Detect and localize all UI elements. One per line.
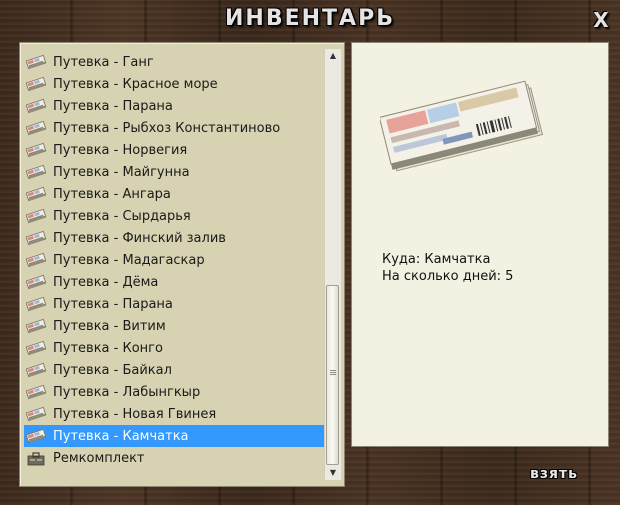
inventory-list: Путевка - Ганг Путевка - Красное море Путе… xyxy=(24,51,326,469)
list-item-label: Путевка - Сырдарья xyxy=(53,208,191,224)
ticket-icon xyxy=(25,428,47,444)
scroll-up-arrow-icon[interactable]: ▲ xyxy=(325,49,341,63)
destination-text: Куда: Камчатка xyxy=(382,252,491,267)
list-item[interactable]: Путевка - Мадагаскар xyxy=(24,249,326,271)
ticket-icon xyxy=(25,186,47,202)
ticket-icon xyxy=(25,340,47,356)
list-item[interactable]: Путевка - Камчатка xyxy=(24,425,326,447)
item-detail-panel: Куда: Камчатка На сколько дней: 5 xyxy=(351,42,609,447)
list-item[interactable]: Путевка - Конго xyxy=(24,337,326,359)
days-text: На сколько дней: 5 xyxy=(382,269,514,284)
list-item[interactable]: Путевка - Лабынгкыр xyxy=(24,381,326,403)
list-item-label: Путевка - Рыбхоз Константиново xyxy=(53,120,281,136)
ticket-icon xyxy=(25,384,47,400)
ticket-icon xyxy=(25,252,47,268)
ticket-icon xyxy=(25,406,47,422)
list-item[interactable]: Путевка - Сырдарья xyxy=(24,205,326,227)
list-item-label: Путевка - Витим xyxy=(53,318,166,334)
list-item[interactable]: Путевка - Новая Гвинея xyxy=(24,403,326,425)
list-item-label: Путевка - Парана xyxy=(53,98,173,114)
ticket-icon xyxy=(25,318,47,334)
list-item-label: Путевка - Байкал xyxy=(53,362,172,378)
ticket-stack-icon xyxy=(380,80,543,172)
item-info: Куда: Камчатка На сколько дней: 5 xyxy=(382,251,513,285)
ticket-icon xyxy=(25,54,47,70)
list-item[interactable]: Путевка - Парана xyxy=(24,293,326,315)
list-item-label: Путевка - Лабынгкыр xyxy=(53,384,201,400)
list-item[interactable]: Путевка - Ганг xyxy=(24,51,326,73)
list-scrollbar[interactable]: ▲ ▼ xyxy=(324,49,341,480)
ticket-icon xyxy=(25,362,47,378)
ticket-icon xyxy=(25,274,47,290)
inventory-list-panel: Путевка - Ганг Путевка - Красное море Путе… xyxy=(19,42,345,487)
take-button[interactable]: взять xyxy=(518,466,590,486)
list-item-label: Путевка - Новая Гвинея xyxy=(53,406,217,422)
list-item[interactable]: Путевка - Парана xyxy=(24,95,326,117)
scroll-thumb[interactable] xyxy=(326,285,339,465)
list-item[interactable]: Путевка - Витим xyxy=(24,315,326,337)
list-item-label: Путевка - Финский залив xyxy=(53,230,226,246)
list-item-label: Путевка - Красное море xyxy=(53,76,218,92)
list-item[interactable]: Путевка - Финский залив xyxy=(24,227,326,249)
list-item-label: Путевка - Камчатка xyxy=(53,428,189,444)
list-item-label: Путевка - Майгунна xyxy=(53,164,190,180)
list-item-label: Путевка - Ганг xyxy=(53,54,154,70)
ticket-icon xyxy=(25,164,47,180)
scroll-down-arrow-icon[interactable]: ▼ xyxy=(325,466,341,480)
list-item-label: Путевка - Ангара xyxy=(53,186,171,202)
list-item-label: Путевка - Норвегия xyxy=(53,142,188,158)
window-title: ИНВЕНТАРЬ xyxy=(225,6,395,31)
list-item[interactable]: Путевка - Норвегия xyxy=(24,139,326,161)
ticket-icon xyxy=(25,142,47,158)
list-item[interactable]: Путевка - Байкал xyxy=(24,359,326,381)
list-item-label: Путевка - Мадагаскар xyxy=(53,252,205,268)
ticket-icon xyxy=(25,230,47,246)
list-item[interactable]: Ремкомплект xyxy=(24,447,326,469)
list-item[interactable]: Путевка - Рыбхоз Константиново xyxy=(24,117,326,139)
ticket-icon xyxy=(25,98,47,114)
list-item[interactable]: Путевка - Красное море xyxy=(24,73,326,95)
list-item[interactable]: Путевка - Дёма xyxy=(24,271,326,293)
list-item-label: Путевка - Дёма xyxy=(53,274,159,290)
list-item-label: Ремкомплект xyxy=(53,450,145,466)
ticket-icon xyxy=(25,296,47,312)
list-item-label: Путевка - Конго xyxy=(53,340,163,356)
list-item-label: Путевка - Парана xyxy=(53,296,173,312)
close-button[interactable]: X xyxy=(590,9,612,31)
ticket-icon xyxy=(25,208,47,224)
list-item[interactable]: Путевка - Ангара xyxy=(24,183,326,205)
repair-kit-icon xyxy=(26,450,46,466)
ticket-icon xyxy=(25,120,47,136)
ticket-icon xyxy=(25,76,47,92)
list-item[interactable]: Путевка - Майгунна xyxy=(24,161,326,183)
